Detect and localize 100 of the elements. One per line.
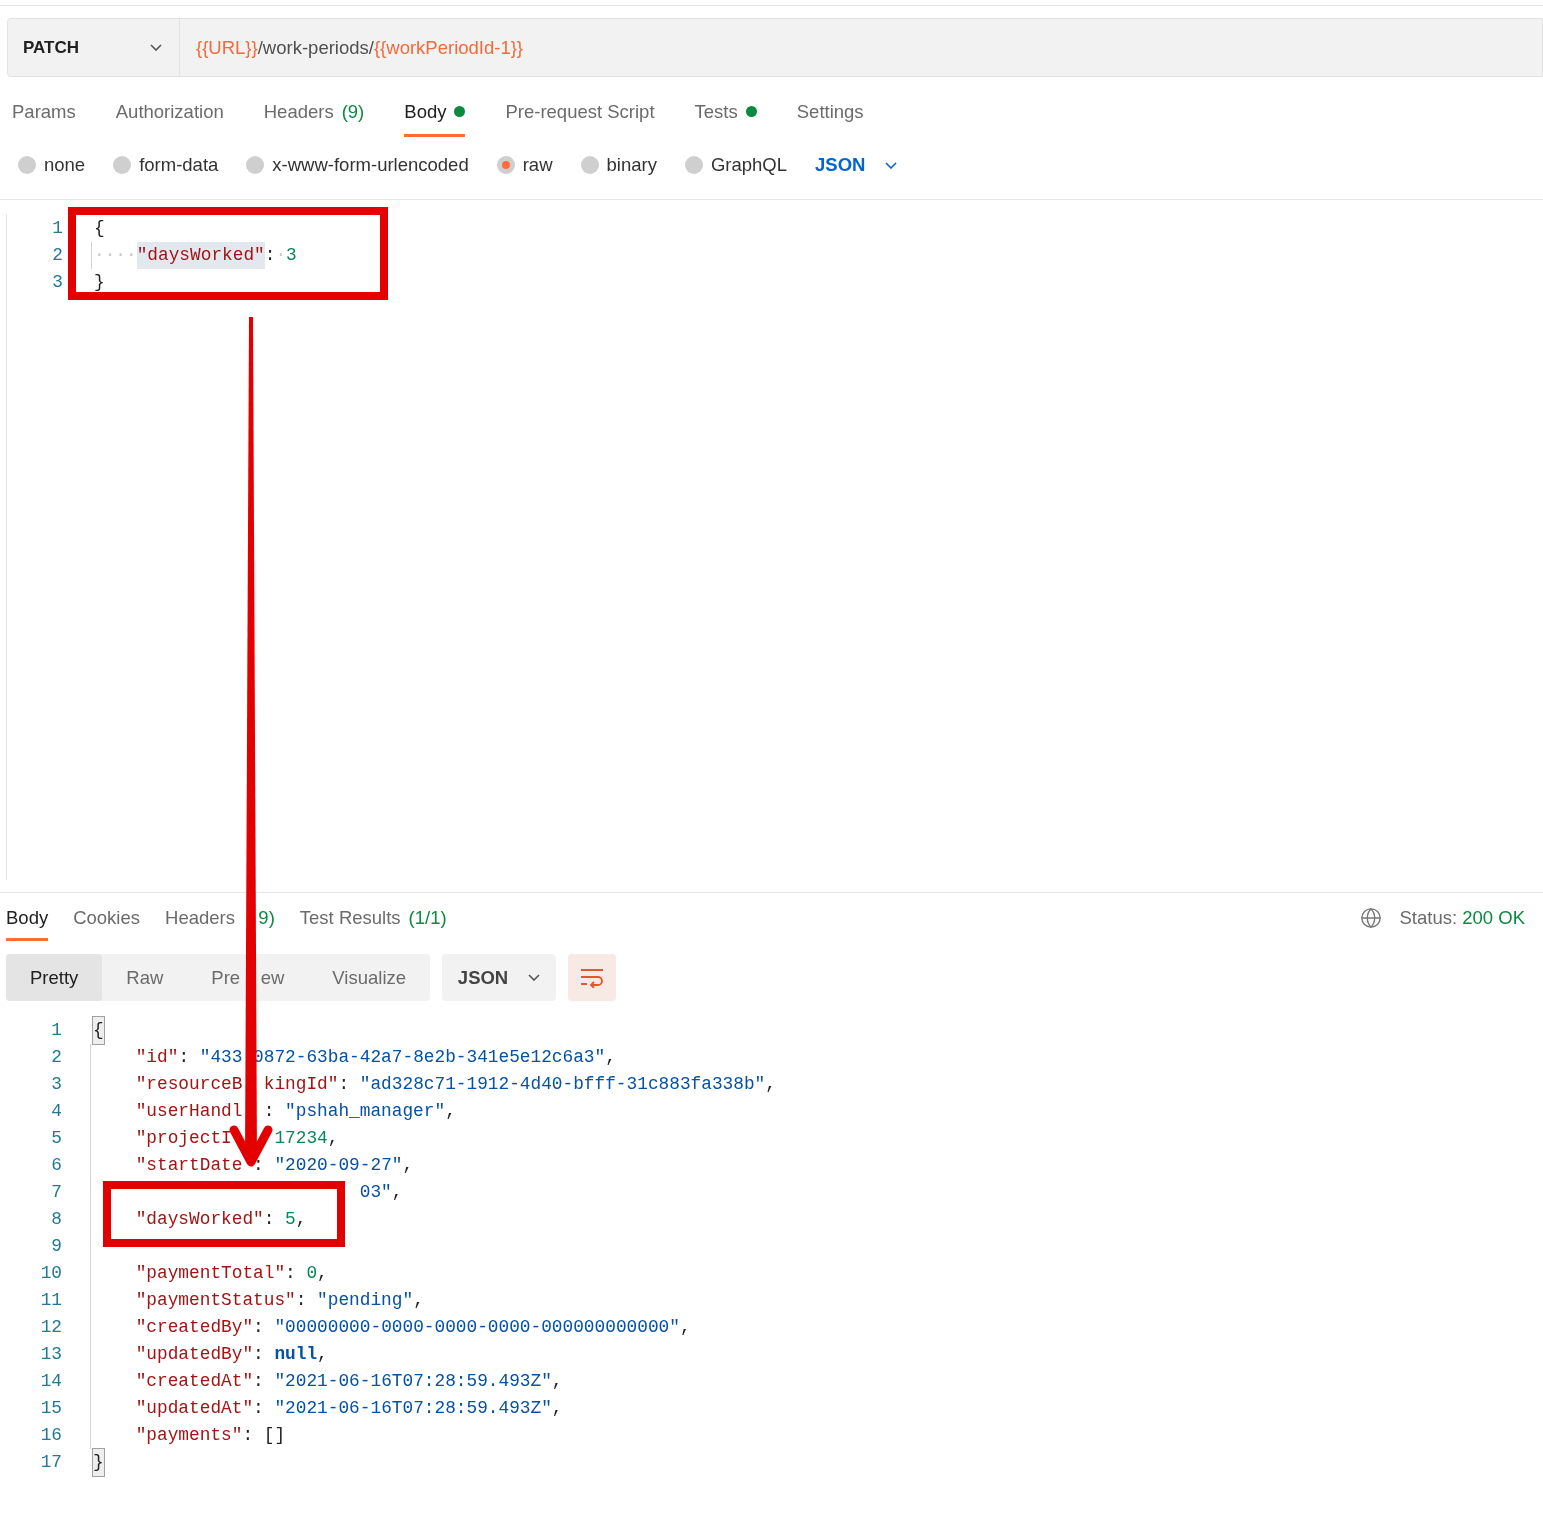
code-token: 3	[286, 244, 297, 268]
radio-button[interactable]	[113, 156, 132, 174]
code-token: ,	[445, 1100, 456, 1124]
line-number: 9	[50, 1235, 62, 1259]
view-mode-tab[interactable]: Pre ew	[187, 954, 309, 1001]
line-number: 15	[39, 1397, 62, 1421]
radio-option[interactable]: GraphQL	[684, 151, 787, 179]
radio-button[interactable]	[496, 156, 515, 174]
line-number: 6	[50, 1154, 62, 1178]
line-number: 16	[39, 1424, 62, 1448]
line-number: 5	[50, 1127, 62, 1151]
tab[interactable]: Headers 9)	[165, 897, 275, 941]
radio-option[interactable]: binary	[580, 151, 657, 179]
format-dropdown[interactable]: JSON	[815, 151, 898, 179]
json-key: "projectI	[135, 1125, 275, 1152]
tab[interactable]: Cookies	[73, 897, 140, 941]
line-number: 1	[50, 1019, 62, 1043]
code-token: :	[253, 1316, 265, 1340]
code-token: ,	[679, 1316, 691, 1340]
code-token: "2020-09-27"	[274, 1154, 403, 1178]
radio-button[interactable]	[684, 156, 703, 174]
code-token: "433 0872-63ba-42a7-8e2b-341e5e12c6a3"	[199, 1046, 606, 1070]
radio-button[interactable]	[246, 156, 265, 174]
line-number: 8	[50, 1208, 62, 1232]
code-token: ,	[605, 1046, 616, 1070]
code-token: :	[178, 1046, 191, 1070]
code-token: "2021-06-16T07:28:59.493Z"	[274, 1370, 552, 1394]
tab[interactable]: Body	[6, 897, 49, 941]
tab[interactable]: Body	[404, 89, 466, 137]
code-token: :	[253, 1370, 265, 1394]
globe-icon[interactable]	[1359, 906, 1382, 929]
matched-brace: {	[93, 1017, 104, 1044]
code-token: "00000000-0000-0000-0000-000000000000"	[274, 1316, 680, 1340]
json-key: "createdBy"	[135, 1314, 254, 1341]
code-token: :	[285, 1262, 297, 1286]
json-key: "resourceB kingId"	[135, 1071, 339, 1098]
code-token: ,	[402, 1154, 414, 1178]
code-token: []	[263, 1424, 286, 1448]
tab[interactable]: Test Results (1/1)	[299, 897, 447, 941]
tab[interactable]: Params	[12, 89, 76, 137]
radio-option[interactable]: x-www-form-urlencoded	[246, 151, 469, 179]
line-number: 7	[50, 1181, 62, 1205]
response-status: Status: 200 OK	[1399, 905, 1525, 930]
code-token: :	[338, 1073, 351, 1097]
code-token: ,	[765, 1073, 776, 1097]
chevron-down-icon	[885, 161, 898, 169]
line-number: 10	[39, 1262, 62, 1286]
json-key: "userHandl	[135, 1098, 264, 1125]
tab[interactable]: Headers (9)	[263, 89, 365, 137]
code-token: ····	[94, 244, 137, 268]
code-token: :	[264, 244, 276, 268]
line-number: 13	[39, 1343, 62, 1367]
radio-button[interactable]	[580, 156, 599, 174]
line-number: 11	[39, 1289, 62, 1313]
json-key: "updatedAt"	[135, 1395, 254, 1422]
format-dropdown[interactable]: JSON	[442, 954, 557, 1001]
json-key: "paymentTotal"	[135, 1260, 286, 1287]
radio-option[interactable]: none	[18, 151, 86, 179]
wrap-lines-button[interactable]	[568, 954, 617, 1001]
code-token: ·	[275, 244, 287, 268]
radio-option[interactable]: form-data	[113, 151, 219, 179]
view-mode-tab[interactable]: Raw	[102, 954, 188, 1001]
code-token: "pshah_manager"	[285, 1100, 446, 1124]
code-token: }	[94, 271, 105, 295]
code-token: :	[295, 1289, 308, 1313]
line-number: 3	[51, 271, 63, 295]
line-number: 4	[50, 1100, 62, 1124]
matched-brace: }	[93, 1449, 104, 1476]
tab[interactable]: Pre-request Script	[505, 89, 655, 137]
json-key: "paymentStatus"	[135, 1287, 296, 1314]
line-number: 1	[51, 217, 63, 241]
code-token: :	[253, 1343, 265, 1367]
code-token: ,	[327, 1127, 339, 1151]
code-token: ,	[391, 1181, 403, 1205]
code-token: null	[274, 1343, 318, 1367]
view-mode-tab[interactable]: Visualize	[308, 954, 431, 1001]
line-number: 3	[50, 1073, 62, 1097]
code-token: :	[263, 1100, 276, 1124]
code-token: ,	[317, 1262, 328, 1286]
json-key: "id"	[135, 1044, 179, 1071]
line-number: 12	[39, 1316, 62, 1340]
code-token: 03"	[358, 1181, 392, 1205]
tab[interactable]: Authorization	[115, 89, 224, 137]
code-token: :	[242, 1424, 255, 1448]
code-token: "ad328c71-1912-4d40-bfff-31c883fa338b"	[359, 1073, 766, 1097]
code-token: ,	[413, 1289, 424, 1313]
line-number: 2	[50, 1046, 62, 1070]
json-key: "daysWorked"	[135, 1206, 264, 1233]
radio-option[interactable]: raw	[496, 151, 553, 179]
code-token: :	[253, 1154, 265, 1178]
radio-button[interactable]	[18, 156, 36, 174]
code-token: 5	[285, 1208, 296, 1232]
view-mode-tab[interactable]: Pretty	[6, 954, 103, 1001]
tab[interactable]: Tests	[694, 89, 757, 137]
code-token: {	[94, 217, 105, 241]
line-number: 2	[51, 244, 63, 268]
tab[interactable]: Settings	[796, 89, 864, 137]
code-token: "2021-06-16T07:28:59.493Z"	[274, 1397, 552, 1421]
code-token: 17234	[274, 1127, 328, 1151]
json-key: "daysWorked"	[136, 242, 265, 269]
